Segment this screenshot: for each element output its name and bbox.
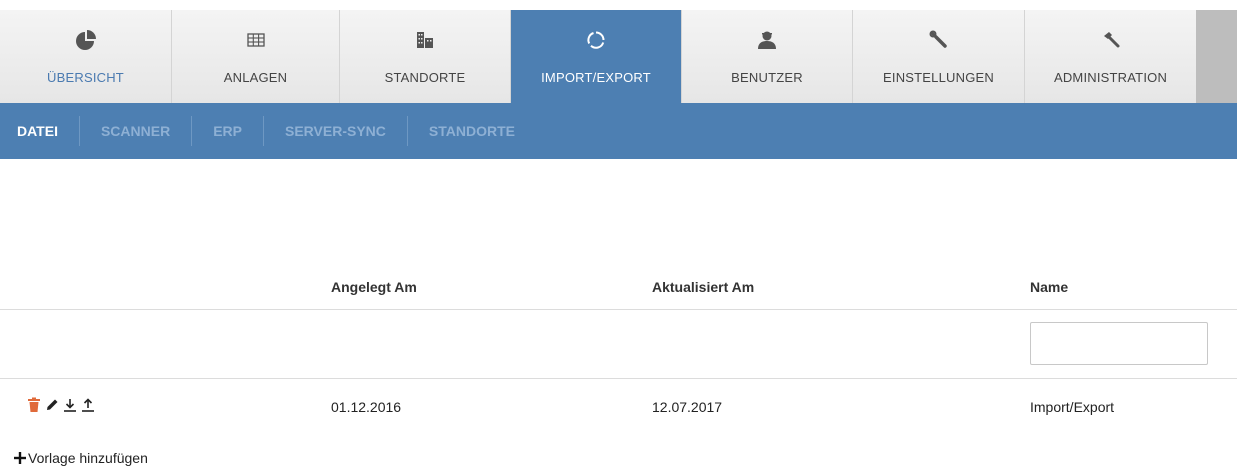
subtab-scanner[interactable]: SCANNER (80, 115, 191, 147)
pie-chart-icon (74, 28, 98, 52)
header-divider (0, 309, 1237, 310)
user-icon (755, 28, 779, 52)
tab-import-export[interactable]: IMPORT/EXPORT (511, 10, 682, 103)
subtab-datei[interactable]: DATEI (0, 115, 79, 147)
main-nav-tabs: ÜBERSICHT ANLAGEN STANDORTE IMPORT/EXPOR… (0, 10, 1196, 103)
hammer-icon (1099, 28, 1123, 52)
plus-icon (14, 452, 26, 464)
grid-table-icon (244, 28, 268, 52)
tab-label: STANDORTE (384, 70, 466, 85)
add-template-label: Vorlage hinzufügen (28, 450, 148, 466)
filter-divider (0, 378, 1237, 379)
main-navigation: ÜBERSICHT ANLAGEN STANDORTE IMPORT/EXPOR… (0, 10, 1237, 103)
column-header-created[interactable]: Angelegt Am (331, 279, 417, 295)
sub-navigation: DATEI SCANNER ERP SERVER-SYNC STANDORTE (0, 103, 1237, 159)
tab-label: ANLAGEN (223, 70, 288, 85)
tab-einstellungen[interactable]: EINSTELLUNGEN (853, 10, 1025, 103)
wrench-icon (927, 28, 951, 52)
tab-label: IMPORT/EXPORT (541, 70, 651, 85)
tab-administration[interactable]: ADMINISTRATION (1025, 10, 1196, 103)
add-template-button[interactable]: Vorlage hinzufügen (14, 450, 148, 466)
tab-uebersicht[interactable]: ÜBERSICHT (0, 10, 172, 103)
pencil-icon[interactable] (45, 398, 59, 412)
tab-anlagen[interactable]: ANLAGEN (172, 10, 340, 103)
nav-overflow-gutter (1196, 10, 1237, 103)
template-table: Angelegt Am Aktualisiert Am Name 01.12.2… (0, 159, 1237, 475)
row-actions (27, 397, 95, 413)
tab-label: ADMINISTRATION (1053, 70, 1168, 85)
cell-created: 01.12.2016 (331, 399, 402, 415)
column-header-name[interactable]: Name (1030, 279, 1068, 295)
subtab-server-sync[interactable]: SERVER-SYNC (264, 115, 407, 147)
top-strip (0, 0, 1237, 10)
cell-name: Import/Export (1030, 399, 1115, 415)
subtab-standorte[interactable]: STANDORTE (408, 115, 536, 147)
tab-standorte[interactable]: STANDORTE (340, 10, 511, 103)
trash-icon[interactable] (27, 397, 41, 413)
sync-circle-icon (584, 28, 608, 52)
cell-updated: 12.07.2017 (652, 399, 723, 415)
upload-icon[interactable] (81, 398, 95, 412)
tab-benutzer[interactable]: BENUTZER (682, 10, 853, 103)
tab-label: BENUTZER (731, 70, 803, 85)
tab-label: EINSTELLUNGEN (883, 70, 994, 85)
buildings-icon (413, 28, 437, 52)
subtab-erp[interactable]: ERP (192, 115, 263, 147)
download-icon[interactable] (63, 398, 77, 412)
tab-label: ÜBERSICHT (47, 70, 124, 85)
column-header-updated[interactable]: Aktualisiert Am (652, 279, 754, 295)
name-filter-input[interactable] (1030, 322, 1208, 365)
